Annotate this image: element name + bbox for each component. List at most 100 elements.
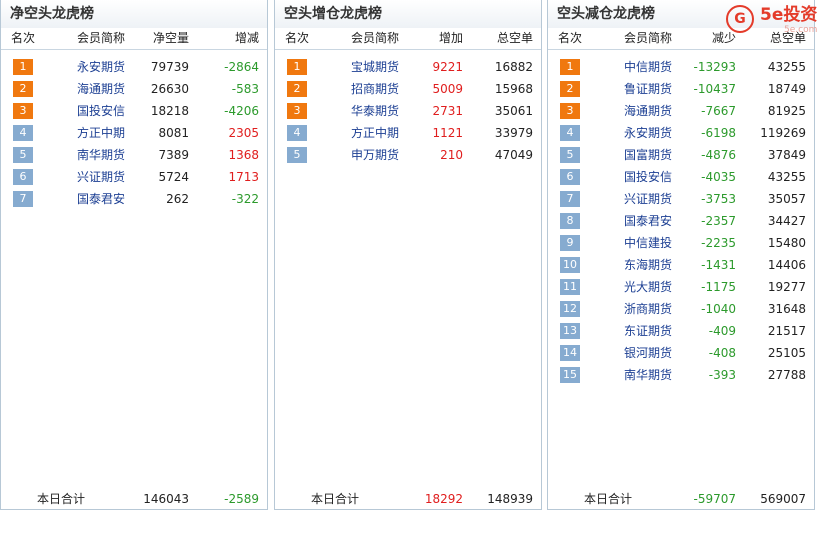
member-name[interactable]: 浙商期货	[624, 298, 672, 320]
table-row[interactable]: 4 方正中期 1121 33979	[275, 122, 541, 144]
member-name[interactable]: 光大期货	[624, 276, 672, 298]
member-name[interactable]: 南华期货	[77, 144, 125, 166]
table-row[interactable]: 2 招商期货 5009 15968	[275, 78, 541, 100]
value2-cell: 119269	[760, 126, 806, 140]
value2-cell: -583	[231, 82, 259, 96]
daily-total-row: 本日合计 18292 148939	[275, 488, 541, 510]
value2-cell: 47049	[494, 148, 533, 162]
value2-cell: 25105	[767, 346, 806, 360]
value2-cell: 15480	[767, 236, 806, 250]
member-name[interactable]: 招商期货	[351, 78, 399, 100]
rank-badge: 3	[13, 103, 33, 119]
table-row[interactable]: 9 中信建投 -2235 15480	[548, 232, 814, 254]
value2-cell: 34427	[767, 214, 806, 228]
value2-cell: 27788	[767, 368, 806, 382]
table-header: 名次 会员简称 净空量 增减	[1, 28, 267, 50]
rank-badge: 13	[560, 323, 580, 339]
header-value1: 增加	[438, 31, 463, 45]
value2-cell: 37849	[767, 148, 806, 162]
value1-cell: -4035	[701, 170, 736, 184]
table-row[interactable]: 1 永安期货 79739 -2864	[1, 56, 267, 78]
member-name[interactable]: 国投安信	[624, 166, 672, 188]
member-name[interactable]: 宝城期货	[351, 56, 399, 78]
table-row[interactable]: 8 国泰君安 -2357 34427	[548, 210, 814, 232]
table-row[interactable]: 3 华泰期货 2731 35061	[275, 100, 541, 122]
member-name[interactable]: 永安期货	[77, 56, 125, 78]
total-value2: 569007	[760, 492, 806, 506]
value1-cell: -10437	[693, 82, 736, 96]
member-name[interactable]: 国富期货	[624, 144, 672, 166]
member-name[interactable]: 华泰期货	[351, 100, 399, 122]
member-name[interactable]: 银河期货	[624, 342, 672, 364]
member-name[interactable]: 东海期货	[624, 254, 672, 276]
daily-total-row: 本日合计 146043 -2589	[1, 488, 267, 510]
rank-badge: 12	[560, 301, 580, 317]
table-row[interactable]: 12 浙商期货 -1040 31648	[548, 298, 814, 320]
table-row[interactable]: 5 申万期货 210 47049	[275, 144, 541, 166]
value1-cell: 5724	[158, 170, 189, 184]
table-row[interactable]: 13 东证期货 -409 21517	[548, 320, 814, 342]
member-name[interactable]: 鲁证期货	[624, 78, 672, 100]
member-name[interactable]: 中信期货	[624, 56, 672, 78]
table-row[interactable]: 3 海通期货 -7667 81925	[548, 100, 814, 122]
value1-cell: 262	[166, 192, 189, 206]
table-row[interactable]: 5 国富期货 -4876 37849	[548, 144, 814, 166]
value1-cell: 7389	[158, 148, 189, 162]
rank-badge: 4	[287, 125, 307, 141]
member-name[interactable]: 东证期货	[624, 320, 672, 342]
brand-logo[interactable]: G 5e投资 5e.com	[726, 5, 830, 35]
table-row[interactable]: 11 光大期货 -1175 19277	[548, 276, 814, 298]
rank-badge: 5	[560, 147, 580, 163]
member-name[interactable]: 海通期货	[77, 78, 125, 100]
value1-cell: -408	[708, 346, 736, 360]
header-rank: 名次	[11, 31, 36, 45]
table-row[interactable]: 4 永安期货 -6198 119269	[548, 122, 814, 144]
table-body: 1 永安期货 79739 -2864 2 海通期货 26630 -583 3 国投安信 18218 -…	[1, 50, 267, 210]
value2-cell: 31648	[767, 302, 806, 316]
table-row[interactable]: 4 方正中期 8081 2305	[1, 122, 267, 144]
table-row[interactable]: 1 中信期货 -13293 43255	[548, 56, 814, 78]
table-row[interactable]: 2 鲁证期货 -10437 18749	[548, 78, 814, 100]
member-name[interactable]: 国泰君安	[624, 210, 672, 232]
table-row[interactable]: 14 银河期货 -408 25105	[548, 342, 814, 364]
value2-cell: -322	[231, 192, 259, 206]
member-name[interactable]: 申万期货	[351, 144, 399, 166]
header-member: 会员简称	[77, 31, 126, 45]
rank-badge: 11	[560, 279, 580, 295]
value1-cell: 1121	[432, 126, 463, 140]
table-row[interactable]: 3 国投安信 18218 -4206	[1, 100, 267, 122]
value1-cell: 8081	[158, 126, 189, 140]
total-label: 本日合计	[37, 492, 86, 506]
member-name[interactable]: 兴证期货	[77, 166, 125, 188]
value2-cell: 21517	[767, 324, 806, 338]
total-value1: -59707	[693, 492, 736, 506]
member-name[interactable]: 永安期货	[624, 122, 672, 144]
table-row[interactable]: 5 南华期货 7389 1368	[1, 144, 267, 166]
table-body: 1 中信期货 -13293 43255 2 鲁证期货 -10437 18749 3 海通期货 -76…	[548, 50, 814, 386]
table-row[interactable]: 6 兴证期货 5724 1713	[1, 166, 267, 188]
table-row[interactable]: 10 东海期货 -1431 14406	[548, 254, 814, 276]
rank-badge: 5	[287, 147, 307, 163]
table-row[interactable]: 1 宝城期货 9221 16882	[275, 56, 541, 78]
member-name[interactable]: 方正中期	[351, 122, 399, 144]
member-name[interactable]: 国投安信	[77, 100, 125, 122]
value1-cell: 26630	[150, 82, 189, 96]
member-name[interactable]: 南华期货	[624, 364, 672, 386]
member-name[interactable]: 方正中期	[77, 122, 125, 144]
header-value2: 总空单	[496, 31, 533, 45]
table-body: 1 宝城期货 9221 16882 2 招商期货 5009 15968 3 华泰期货 2731 350…	[275, 50, 541, 166]
value2-cell: 43255	[767, 170, 806, 184]
value2-cell: 43255	[767, 60, 806, 74]
table-row[interactable]: 2 海通期货 26630 -583	[1, 78, 267, 100]
member-name[interactable]: 中信建投	[624, 232, 672, 254]
value1-cell: -13293	[693, 60, 736, 74]
member-name[interactable]: 海通期货	[624, 100, 672, 122]
table-row[interactable]: 6 国投安信 -4035 43255	[548, 166, 814, 188]
member-name[interactable]: 兴证期货	[624, 188, 672, 210]
table-row[interactable]: 15 南华期货 -393 27788	[548, 364, 814, 386]
table-row[interactable]: 7 国泰君安 262 -322	[1, 188, 267, 210]
table-row[interactable]: 7 兴证期货 -3753 35057	[548, 188, 814, 210]
short-increase-ranking-panel: 空头增仓龙虎榜 名次 会员简称 增加 总空单 1 宝城期货 9221 16882 2 招商期货 500…	[274, 0, 542, 510]
member-name[interactable]: 国泰君安	[77, 188, 125, 210]
header-member: 会员简称	[351, 31, 400, 45]
